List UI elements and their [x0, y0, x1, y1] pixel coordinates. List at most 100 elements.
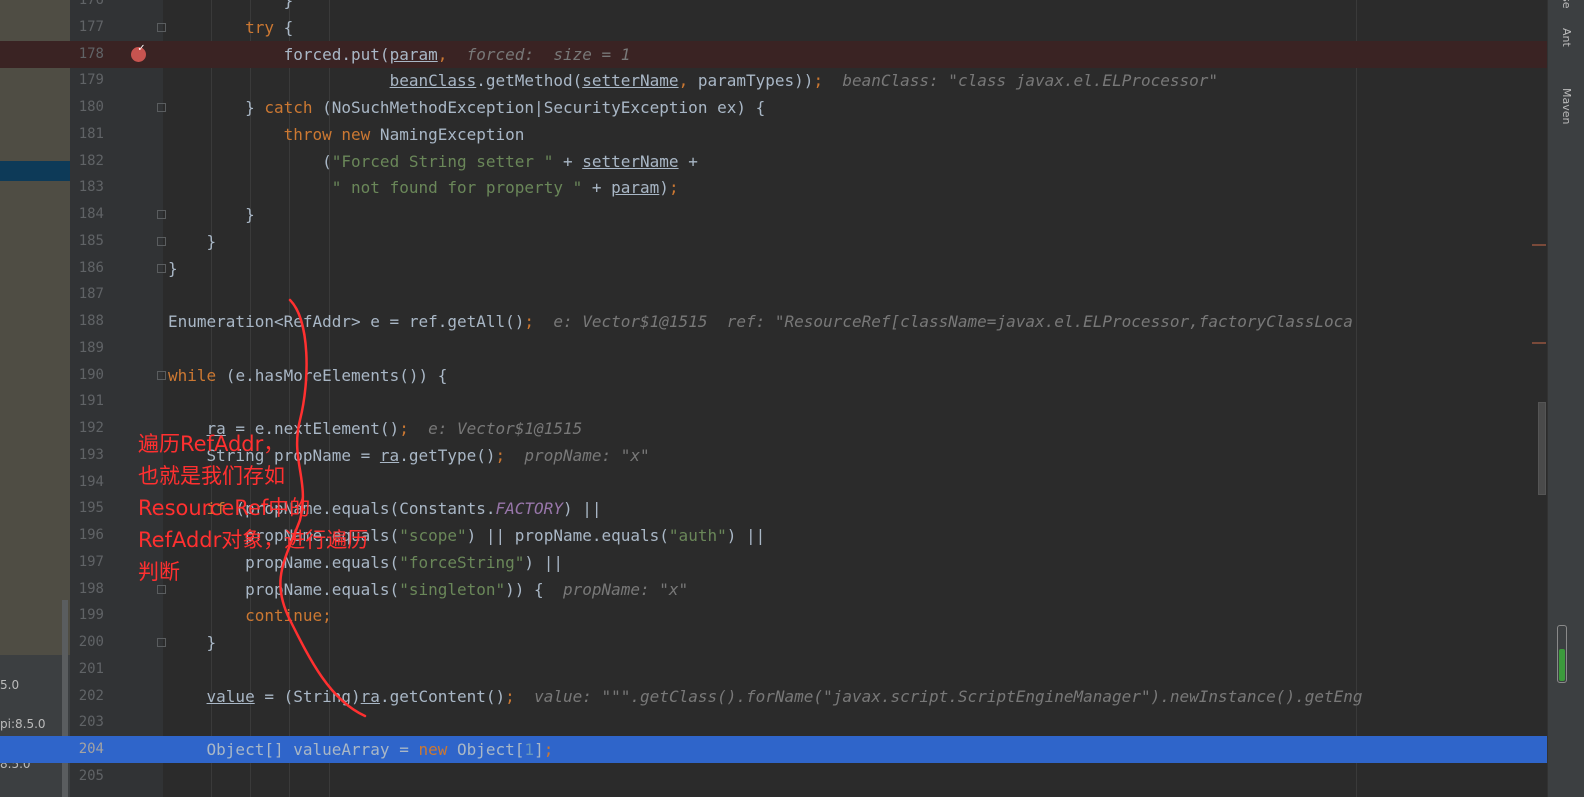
line-number[interactable]: 176 — [70, 0, 104, 14]
code-line[interactable]: 202 value = (String)ra.getContent(); val… — [0, 683, 1547, 710]
code-line[interactable]: 191 — [0, 388, 1547, 415]
line-number[interactable]: 181 — [70, 121, 104, 148]
line-number[interactable]: 202 — [70, 683, 104, 710]
line-number[interactable]: 188 — [70, 308, 104, 335]
fold-marker-icon[interactable] — [157, 103, 166, 112]
line-number[interactable]: 204 — [70, 736, 104, 763]
code-line[interactable]: 178 forced.put(param, forced: size = 1 — [0, 40, 1547, 68]
code-line[interactable]: 186} — [0, 255, 1547, 282]
tool-window-ant[interactable]: Ant — [1560, 28, 1573, 47]
code-line[interactable]: 177 try { — [0, 14, 1547, 41]
code-text: throw new NamingException — [168, 121, 525, 148]
memory-indicator[interactable] — [1557, 625, 1567, 683]
code-token: .getContent() — [379, 686, 506, 706]
line-number[interactable]: 203 — [70, 709, 104, 736]
code-line[interactable]: 179 beanClass.getMethod(setterName, para… — [0, 67, 1547, 94]
code-token: } — [168, 205, 255, 224]
fold-marker-icon[interactable] — [157, 22, 166, 32]
line-number[interactable]: 190 — [70, 362, 104, 389]
line-number[interactable]: 177 — [70, 14, 104, 41]
code-line[interactable]: 181 throw new NamingException — [0, 121, 1547, 148]
line-number[interactable]: 197 — [70, 549, 104, 576]
code-text: } — [168, 201, 255, 228]
error-stripe-mark[interactable] — [1532, 342, 1546, 344]
line-number[interactable]: 191 — [70, 388, 104, 415]
code-line[interactable]: 200 } — [0, 629, 1547, 656]
line-number[interactable]: 183 — [70, 174, 104, 201]
code-line[interactable]: 188 Enumeration<RefAddr> e = ref.getAll()… — [0, 308, 1547, 335]
line-number[interactable]: 187 — [70, 281, 104, 308]
code-text: while (e.hasMoreElements()) { — [168, 362, 447, 389]
line-number[interactable]: 185 — [70, 228, 104, 255]
code-token: ) || — [562, 499, 602, 519]
line-number[interactable]: 200 — [70, 629, 104, 656]
code-token: Object[] valueArray = — [168, 740, 419, 759]
annotation-line: 也就是我们存如 — [138, 464, 285, 488]
code-token: { — [273, 17, 294, 37]
tool-window-maven[interactable]: Maven — [1560, 88, 1573, 124]
fold-marker-icon[interactable] — [157, 638, 166, 647]
breakpoint-icon[interactable] — [131, 41, 146, 62]
error-stripe-mark[interactable] — [1532, 244, 1546, 246]
fold-marker-icon[interactable] — [157, 370, 166, 380]
editor-scrollbar-thumb[interactable] — [1538, 402, 1546, 495]
line-number[interactable]: 205 — [70, 763, 104, 790]
code-token: value: """.getClass().forName("javax.scr… — [534, 686, 1363, 706]
line-number[interactable]: 189 — [70, 335, 104, 362]
code-line[interactable]: 182 ("Forced String setter " + setterNam… — [0, 148, 1547, 175]
code-token: FACTORY — [495, 499, 563, 519]
code-token: "Forced String setter " — [331, 151, 554, 171]
code-line[interactable]: 203 — [0, 709, 1547, 736]
line-number[interactable]: 184 — [70, 201, 104, 228]
code-line[interactable]: 199 continue; — [0, 602, 1547, 629]
line-number[interactable]: 196 — [70, 522, 104, 549]
code-line[interactable]: 189 — [0, 335, 1547, 362]
code-line[interactable]: 190 while (e.hasMoreElements()) { — [0, 362, 1547, 389]
line-number[interactable]: 198 — [70, 576, 104, 603]
code-text: " not found for property " + param); — [168, 174, 679, 201]
fold-marker-icon[interactable] — [157, 236, 166, 246]
line-number[interactable]: 180 — [70, 94, 104, 121]
annotation-line: 判断 — [138, 560, 180, 584]
line-number[interactable]: 195 — [70, 495, 104, 522]
code-token: catch — [264, 98, 313, 117]
line-number[interactable]: 182 — [70, 148, 104, 175]
tool-window-database[interactable]: se — [1560, 0, 1573, 9]
code-line[interactable]: 204 Object[] valueArray = new Object[1]; — [0, 736, 1547, 763]
code-line[interactable]: 201 — [0, 656, 1547, 683]
code-line[interactable]: 184 } — [0, 201, 1547, 228]
code-token: = (String) — [254, 686, 361, 706]
code-line[interactable]: 185 } — [0, 228, 1547, 255]
code-line[interactable]: 183 " not found for property " + param); — [0, 174, 1547, 201]
code-text: forced.put(param, forced: size = 1 — [168, 41, 631, 68]
line-number[interactable]: 192 — [70, 415, 104, 442]
line-number[interactable]: 194 — [70, 469, 104, 496]
code-token: "forceString" — [399, 552, 525, 572]
code-token: ; — [505, 686, 515, 706]
line-number[interactable]: 201 — [70, 656, 104, 683]
fold-marker-icon[interactable] — [157, 210, 166, 219]
code-text: try { — [168, 14, 293, 41]
line-number[interactable]: 179 — [70, 67, 104, 94]
code-line[interactable]: 187 — [0, 281, 1547, 308]
code-text: ("Forced String setter " + setterName + — [168, 148, 698, 175]
fold-marker-icon[interactable] — [157, 263, 166, 273]
code-token: )) { — [505, 579, 563, 599]
line-number[interactable]: 193 — [70, 442, 104, 469]
line-number[interactable]: 178 — [70, 41, 104, 68]
code-token: Enumeration<RefAddr> e = ref.getAll() — [168, 312, 525, 331]
code-token: ; — [668, 178, 679, 198]
code-token: param — [389, 44, 438, 64]
line-number[interactable]: 186 — [70, 255, 104, 282]
code-line[interactable]: 180 } catch (NoSuchMethodException|Secur… — [0, 94, 1547, 121]
code-line[interactable]: 205 — [0, 763, 1547, 790]
code-token: NamingException — [370, 124, 525, 144]
code-line[interactable]: 176 } — [0, 0, 1547, 14]
line-number[interactable]: 199 — [70, 602, 104, 629]
code-token: (e.hasMoreElements()) { — [216, 365, 448, 385]
